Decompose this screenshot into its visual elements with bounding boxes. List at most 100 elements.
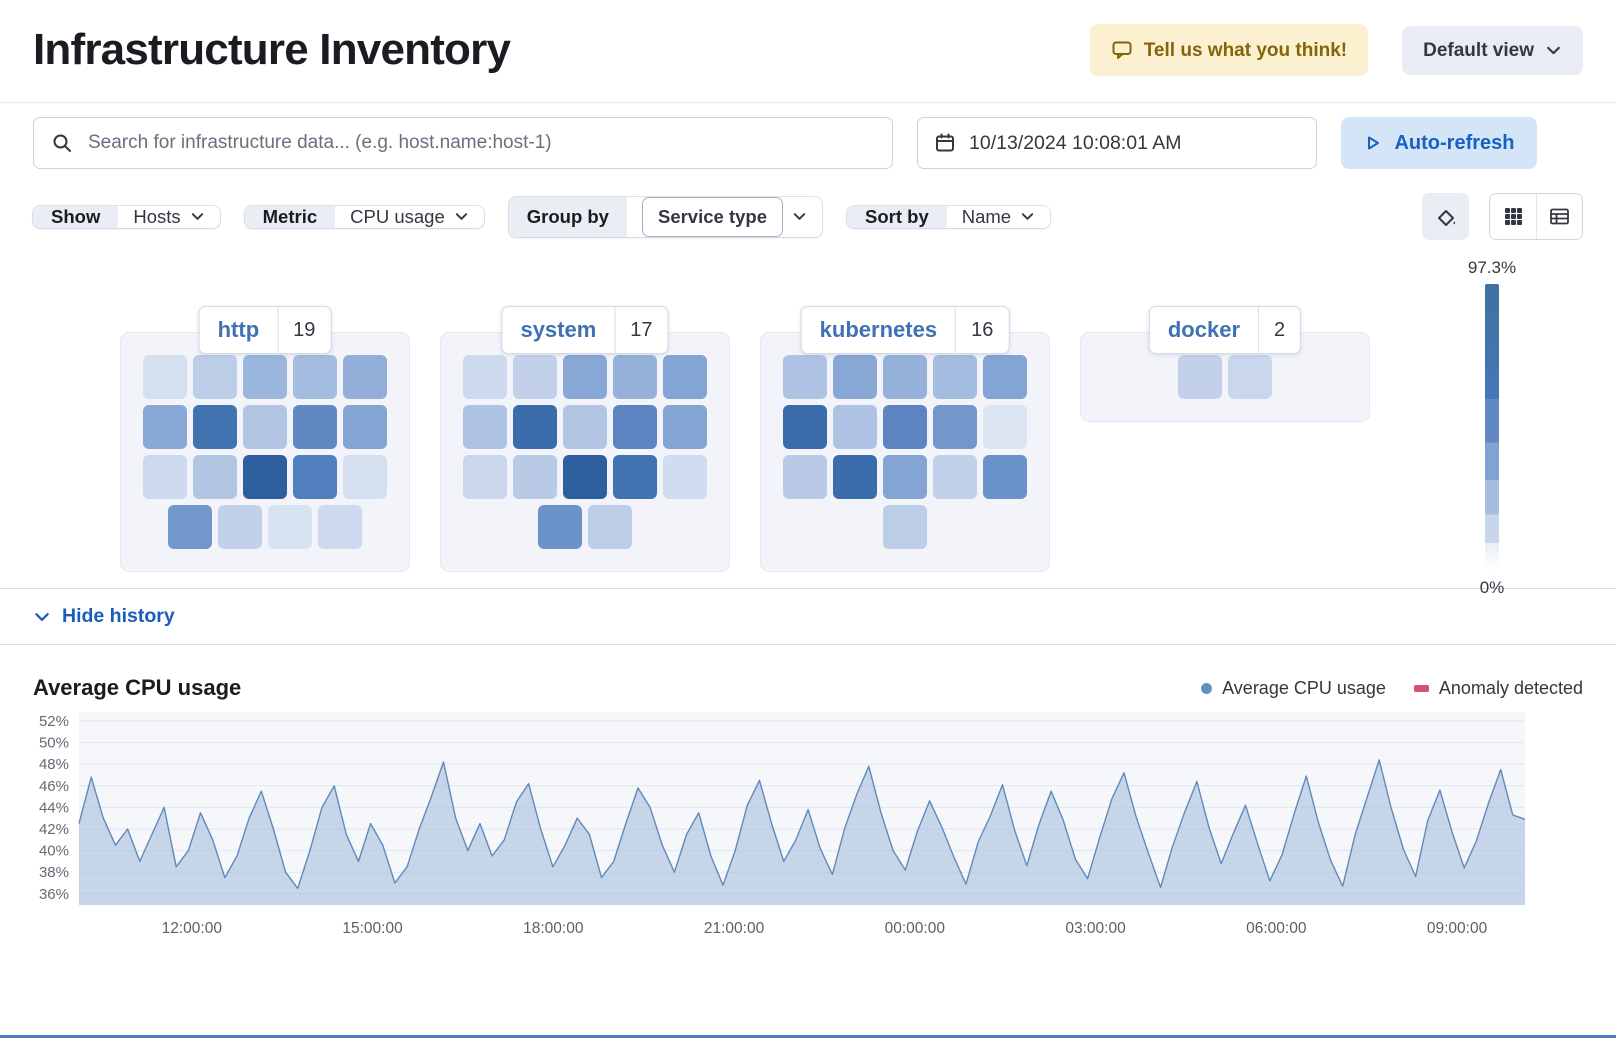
host-cell[interactable] [833,405,877,449]
metric-filter[interactable]: Metric CPU usage [245,206,484,228]
host-cell[interactable] [563,355,607,399]
host-cell[interactable] [663,355,707,399]
grid-view-button[interactable] [1490,194,1536,239]
host-cell[interactable] [293,355,337,399]
show-filter-label: Show [33,206,118,228]
group-panel [760,332,1050,572]
group-by-filter[interactable]: Group by Service type [509,197,822,237]
host-cell[interactable] [343,455,387,499]
host-cell[interactable] [1228,355,1272,399]
chevron-down-icon [1020,209,1035,224]
group-count: 17 [614,307,667,353]
fill-color-button[interactable] [1422,193,1469,240]
host-cell[interactable] [463,455,507,499]
sort-by-filter-value: Name [962,206,1011,228]
host-cell[interactable] [463,405,507,449]
group-count: 19 [277,307,330,353]
host-cell[interactable] [343,405,387,449]
group-name: kubernetes [802,307,955,353]
hide-history-link[interactable]: Hide history [33,605,175,628]
host-cell[interactable] [143,405,187,449]
legend-anomaly-label: Anomaly detected [1439,678,1583,699]
host-cell[interactable] [783,455,827,499]
legend-gradient-bar [1485,284,1499,572]
host-cell[interactable] [663,455,707,499]
view-mode-toggle [1489,193,1583,240]
svg-text:44%: 44% [39,799,69,816]
host-cell[interactable] [243,405,287,449]
search-box[interactable] [33,117,893,169]
host-cell[interactable] [513,355,557,399]
page-title: Infrastructure Inventory [33,25,510,75]
host-cell[interactable] [463,355,507,399]
host-cell[interactable] [243,355,287,399]
host-cell[interactable] [563,455,607,499]
host-cell[interactable] [663,405,707,449]
waffle-group-kubernetes: kubernetes16 [760,332,1050,572]
svg-text:21:00:00: 21:00:00 [704,920,765,937]
feedback-button[interactable]: Tell us what you think! [1090,24,1368,76]
view-controls [1422,193,1583,240]
host-cell[interactable] [883,405,927,449]
view-selector-label: Default view [1423,41,1534,60]
group-header-system[interactable]: system17 [501,306,668,354]
host-cell[interactable] [168,505,212,549]
host-cell[interactable] [193,355,237,399]
infrastructure-inventory-page: Infrastructure Inventory Tell us what yo… [0,0,1616,1038]
sort-by-filter-label: Sort by [847,206,947,228]
group-by-filter-value[interactable]: Service type [642,197,783,237]
table-view-button[interactable] [1536,194,1582,239]
legend-item-anomaly[interactable]: Anomaly detected [1414,678,1583,699]
host-cell[interactable] [983,405,1027,449]
host-cell[interactable] [933,355,977,399]
host-cell[interactable] [243,455,287,499]
search-input[interactable] [86,131,875,155]
date-picker[interactable]: 10/13/2024 10:08:01 AM [917,117,1317,169]
chart-title: Average CPU usage [33,675,241,701]
host-cell[interactable] [588,505,632,549]
group-header-http[interactable]: http19 [199,306,332,354]
host-cell[interactable] [833,355,877,399]
host-cell[interactable] [933,455,977,499]
host-cell[interactable] [883,355,927,399]
host-cell[interactable] [783,355,827,399]
host-cell[interactable] [293,455,337,499]
host-cell[interactable] [143,455,187,499]
host-cell[interactable] [293,405,337,449]
host-cell[interactable] [343,355,387,399]
host-cell[interactable] [783,405,827,449]
host-cell[interactable] [268,505,312,549]
host-cell[interactable] [883,505,927,549]
host-cell[interactable] [983,455,1027,499]
group-header-docker[interactable]: docker2 [1149,306,1301,354]
host-cell[interactable] [538,505,582,549]
host-cell[interactable] [318,505,362,549]
host-cell[interactable] [883,455,927,499]
group-by-filter-label: Group by [509,197,627,237]
host-cell[interactable] [193,455,237,499]
auto-refresh-button[interactable]: Auto-refresh [1341,117,1537,169]
host-cell[interactable] [833,455,877,499]
grid-view-icon [1503,206,1524,227]
legend-item-avg-cpu[interactable]: Average CPU usage [1201,678,1386,699]
host-cell[interactable] [613,405,657,449]
filter-bar: Show Hosts Metric CPU usage Group by Ser… [0,177,1616,254]
host-cell[interactable] [143,355,187,399]
waffle-map-section: http19system17kubernetes16docker2 97.3% … [0,254,1616,588]
host-cell[interactable] [218,505,262,549]
host-cell[interactable] [513,405,557,449]
host-cell[interactable] [1178,355,1222,399]
host-cell[interactable] [613,455,657,499]
host-cell[interactable] [933,405,977,449]
host-cell[interactable] [513,455,557,499]
host-cell[interactable] [613,355,657,399]
svg-text:12:00:00: 12:00:00 [162,920,223,937]
sort-by-filter[interactable]: Sort by Name [847,206,1050,228]
show-filter[interactable]: Show Hosts [33,206,220,228]
host-cell[interactable] [983,355,1027,399]
group-header-kubernetes[interactable]: kubernetes16 [801,306,1010,354]
host-cell[interactable] [193,405,237,449]
host-cell[interactable] [563,405,607,449]
view-selector-button[interactable]: Default view [1402,26,1583,75]
cpu-usage-chart[interactable]: 52%50%48%46%44%42%40%38%36%12:00:0015:00… [33,707,1583,943]
